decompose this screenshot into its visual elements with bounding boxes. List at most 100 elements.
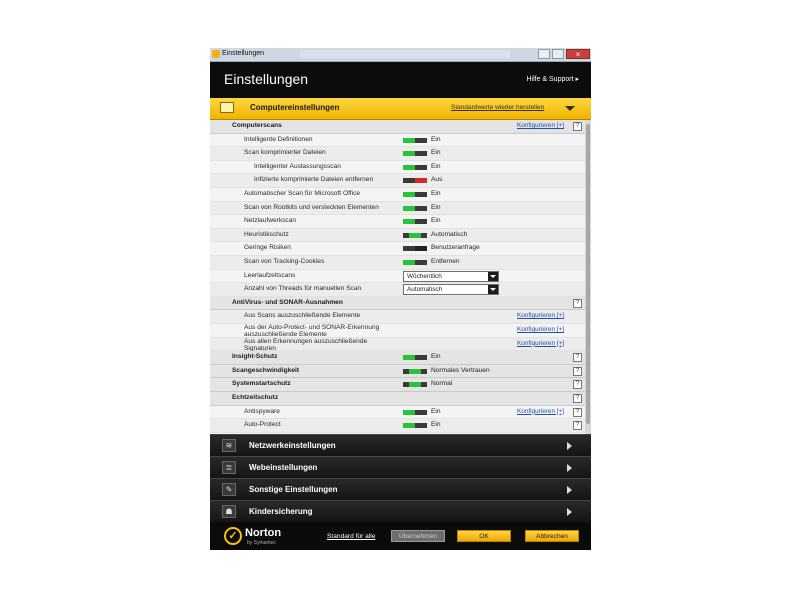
- settings-list: Computerscans Konfigurieren [+]? Intellige…: [210, 120, 585, 436]
- app-header: Einstellungen Hilfe & Support ▸: [210, 62, 591, 98]
- toggle-switch[interactable]: [403, 164, 427, 170]
- setting-label: Infizierte komprimierte Dateien entferne…: [254, 176, 374, 184]
- setting-row: Scan von Rootkits und versteckten Elemen…: [210, 201, 585, 216]
- setting-label: Leerlaufzeitscans: [244, 271, 296, 279]
- configure-link[interactable]: Konfigurieren [+]: [517, 408, 564, 415]
- section-row: Computerscans Konfigurieren [+]?: [210, 120, 585, 134]
- toggle-switch[interactable]: [403, 423, 427, 429]
- scrollbar-thumb[interactable]: [586, 124, 590, 424]
- setting-label: Computerscans: [232, 122, 282, 129]
- setting-row: Scan komprimierter Dateien Ein: [210, 147, 585, 161]
- setting-row: Aus allen Erkennungen auszuschließende Si…: [210, 337, 585, 352]
- toggle-switch[interactable]: [403, 219, 427, 225]
- setting-row: Infizierte komprimierte Dateien entferne…: [210, 174, 585, 188]
- toggle-switch[interactable]: [403, 232, 427, 238]
- configure-link[interactable]: Konfigurieren [+]: [517, 340, 564, 347]
- help-icon[interactable]: ?: [573, 407, 582, 417]
- help-icon[interactable]: ?: [573, 366, 582, 376]
- computer-icon: [220, 102, 234, 113]
- toggle-switch[interactable]: [403, 178, 427, 184]
- setting-value: Normales Vertrauen: [431, 366, 490, 374]
- toggle-switch[interactable]: [403, 355, 427, 361]
- help-icon[interactable]: ?: [573, 298, 582, 308]
- cancel-button[interactable]: Abbrechen: [525, 530, 579, 542]
- toggle-switch[interactable]: [403, 260, 427, 265]
- norton-check-logo-icon: ✓: [224, 527, 242, 545]
- settings-scrollbar[interactable]: [585, 120, 591, 436]
- setting-row: Geringe Risiken Benutzeranfrage: [210, 242, 585, 256]
- setting-label: Aus allen Erkennungen auszuschließende Si…: [244, 338, 367, 352]
- setting-label: Echtzeitschutz: [232, 394, 279, 401]
- nav-web-list[interactable]: ≣ Webeinstellungen: [210, 456, 591, 478]
- setting-row: Aus der Auto-Protect- und SONAR-Erkennun…: [210, 324, 585, 338]
- apply-button[interactable]: Übernehmen: [391, 530, 445, 542]
- setting-row: Heuristikschutz Automatisch: [210, 228, 585, 243]
- setting-label: Automatischer Scan für Microsoft Office: [244, 190, 361, 197]
- setting-label: Heuristikschutz: [244, 230, 289, 238]
- toggle-switch[interactable]: [403, 409, 427, 415]
- category-title: Computereinstellungen: [250, 103, 340, 112]
- standard-for-all-link[interactable]: Standard für alle: [327, 533, 375, 540]
- restore-defaults-link[interactable]: Standardwerte wieder herstellen: [451, 104, 544, 111]
- nav-family[interactable]: ☗ Kindersicherung: [210, 500, 591, 522]
- toggle-switch[interactable]: [403, 205, 427, 211]
- section-row: Systemstartschutz Normal?: [210, 378, 585, 392]
- help-icon[interactable]: ?: [573, 353, 582, 363]
- configure-link[interactable]: Konfigurieren [+]: [517, 312, 564, 319]
- setting-row: Leerlaufzeitscans Wöchentlich: [210, 270, 585, 284]
- configure-link[interactable]: Konfigurieren [+]: [517, 326, 564, 333]
- setting-value: Benutzeranfrage: [431, 244, 480, 252]
- toggle-switch[interactable]: [403, 382, 427, 388]
- help-icon[interactable]: ?: [573, 421, 582, 431]
- family-icon: ☗: [222, 505, 236, 518]
- toggle-switch[interactable]: [403, 137, 427, 143]
- setting-label: Aus Scans auszuschließende Elemente: [244, 312, 361, 320]
- close-button[interactable]: ×: [566, 49, 590, 59]
- window-titlebar[interactable]: Einstellungen ×: [210, 48, 591, 62]
- setting-row: Aus Scans auszuschließende Elemente Konfi…: [210, 310, 585, 324]
- norton-app-icon: [212, 50, 220, 58]
- toggle-switch[interactable]: [403, 246, 427, 252]
- setting-label: AntiVirus- und SONAR-Ausnahmen: [232, 298, 343, 306]
- toggle-switch[interactable]: [403, 151, 427, 157]
- setting-label-line1: Aus der Auto-Protect- und SONAR-Erkennun…: [244, 324, 380, 331]
- help-icon[interactable]: ?: [573, 122, 582, 131]
- section-row: Insight-Schutz Ein?: [210, 351, 585, 365]
- help-support-link[interactable]: Hilfe & Support ▸: [526, 75, 579, 83]
- settings-window: Einstellungen × Einstellungen Hilfe & Su…: [210, 48, 591, 550]
- dropdown-arrow-icon[interactable]: [488, 285, 498, 295]
- setting-value: Ein: [431, 353, 441, 361]
- chevron-right-icon: [567, 442, 572, 450]
- setting-value: Ein: [431, 203, 441, 211]
- minimize-button[interactable]: [538, 49, 550, 59]
- setting-label: Geringe Risiken: [244, 244, 291, 252]
- toggle-switch[interactable]: [403, 368, 427, 374]
- nav-wrench[interactable]: ✎ Sonstige Einstellungen: [210, 478, 591, 500]
- page-title: Einstellungen: [224, 71, 309, 87]
- dropdown-arrow-icon[interactable]: [488, 271, 498, 281]
- setting-label: Aus der Auto-Protect- und SONAR-Erkennun…: [244, 324, 379, 338]
- setting-dropdown[interactable]: Wöchentlich: [403, 270, 499, 282]
- setting-label: Antispyware: [244, 407, 280, 415]
- dropdown-value: Wöchentlich: [407, 272, 442, 280]
- ok-button[interactable]: OK: [457, 530, 511, 542]
- section-row: Scangeschwindigkeit Normales Vertrauen?: [210, 364, 585, 379]
- help-icon[interactable]: ?: [573, 394, 582, 403]
- category-bar-computer[interactable]: Computereinstellungen Standardwerte wied…: [210, 98, 591, 120]
- setting-label: Insight-Schutz: [232, 353, 278, 361]
- toggle-switch[interactable]: [403, 192, 427, 197]
- background-browser-ghost: [300, 50, 510, 58]
- collapse-arrow-icon[interactable]: [565, 106, 575, 111]
- nav-label: Kindersicherung: [249, 507, 313, 516]
- setting-dropdown[interactable]: Automatisch: [403, 284, 499, 296]
- configure-link[interactable]: Konfigurieren [+]: [517, 122, 564, 129]
- help-icon[interactable]: ?: [573, 380, 582, 390]
- setting-value: Ein: [431, 135, 441, 143]
- wrench-icon: ✎: [222, 483, 236, 496]
- dropdown-value: Automatisch: [407, 286, 443, 294]
- nav-label: Sonstige Einstellungen: [249, 485, 338, 494]
- maximize-button[interactable]: [552, 49, 564, 59]
- wifi-icon: ≋: [222, 439, 236, 452]
- nav-wifi[interactable]: ≋ Netzwerkeinstellungen: [210, 434, 591, 456]
- chevron-right-icon: [567, 486, 572, 494]
